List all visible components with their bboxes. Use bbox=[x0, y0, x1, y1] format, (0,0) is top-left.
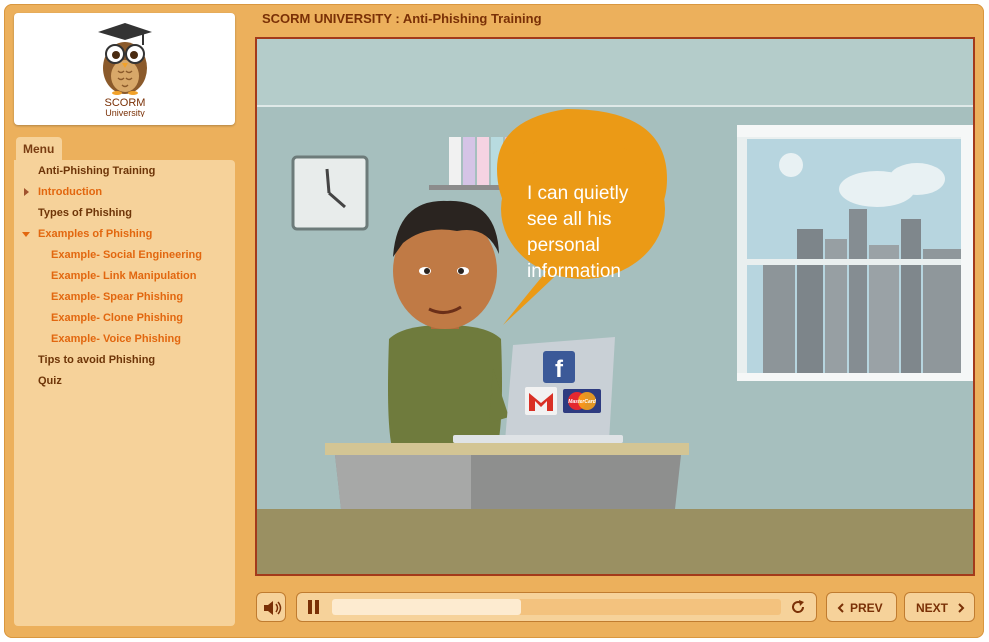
caret-down-icon[interactable] bbox=[22, 232, 30, 237]
prev-label: PREV bbox=[850, 601, 883, 615]
chevron-left-icon bbox=[837, 603, 844, 613]
next-button[interactable]: NEXT bbox=[904, 592, 975, 622]
facebook-icon: f bbox=[543, 351, 575, 383]
replay-button[interactable] bbox=[788, 597, 808, 617]
speech-line-4: information bbox=[527, 261, 621, 282]
menu-item-spear-phishing[interactable]: Example- Spear Phishing bbox=[51, 291, 183, 303]
chevron-right-icon bbox=[958, 603, 965, 613]
gmail-icon bbox=[525, 387, 557, 415]
progress-track[interactable] bbox=[332, 599, 781, 615]
menu-item-tips[interactable]: Tips to avoid Phishing bbox=[38, 354, 155, 366]
menu-item-link-manipulation[interactable]: Example- Link Manipulation bbox=[51, 270, 196, 282]
city-window bbox=[737, 125, 973, 381]
slide-stage[interactable]: f MasterCard I can quietly see all his p… bbox=[255, 37, 975, 576]
menu-item-voice-phishing[interactable]: Example- Voice Phishing bbox=[51, 333, 181, 345]
caret-right-icon[interactable] bbox=[24, 188, 29, 196]
menu-item-quiz[interactable]: Quiz bbox=[38, 375, 62, 387]
replay-icon bbox=[792, 600, 805, 613]
owl-logo: SCORM University bbox=[97, 23, 152, 117]
mastercard-text: MasterCard bbox=[568, 399, 596, 405]
menu-item-examples-of-phishing[interactable]: Examples of Phishing bbox=[38, 228, 152, 240]
slide-illustration: f MasterCard I can quietly see all his p… bbox=[257, 39, 973, 574]
mastercard-icon: MasterCard bbox=[563, 389, 601, 413]
progress-fill bbox=[332, 599, 521, 615]
speaker-icon bbox=[264, 601, 282, 615]
svg-text:f: f bbox=[555, 356, 564, 383]
pause-button[interactable] bbox=[305, 599, 323, 615]
speech-line-2: see all his bbox=[527, 209, 612, 230]
course-title: SCORM UNIVERSITY : Anti-Phishing Trainin… bbox=[262, 11, 542, 26]
menu-item-clone-phishing[interactable]: Example- Clone Phishing bbox=[51, 312, 183, 324]
menu-item-types-of-phishing[interactable]: Types of Phishing bbox=[38, 207, 132, 219]
wall-clock-icon bbox=[291, 155, 369, 231]
logo-panel: SCORM University bbox=[14, 13, 235, 125]
pause-icon bbox=[308, 600, 319, 614]
menu-item-introduction[interactable]: Introduction bbox=[38, 186, 102, 198]
prev-button[interactable]: PREV bbox=[826, 592, 897, 622]
menu-tab[interactable]: Menu bbox=[16, 137, 62, 161]
menu-item-social-engineering[interactable]: Example- Social Engineering bbox=[51, 249, 202, 261]
speech-line-1: I can quietly bbox=[527, 183, 629, 204]
logo-text-university: University bbox=[105, 108, 145, 117]
speech-line-3: personal bbox=[527, 235, 600, 256]
volume-button[interactable] bbox=[256, 592, 286, 622]
next-label: NEXT bbox=[916, 601, 949, 615]
menu-item-anti-phishing-training[interactable]: Anti-Phishing Training bbox=[38, 165, 155, 177]
